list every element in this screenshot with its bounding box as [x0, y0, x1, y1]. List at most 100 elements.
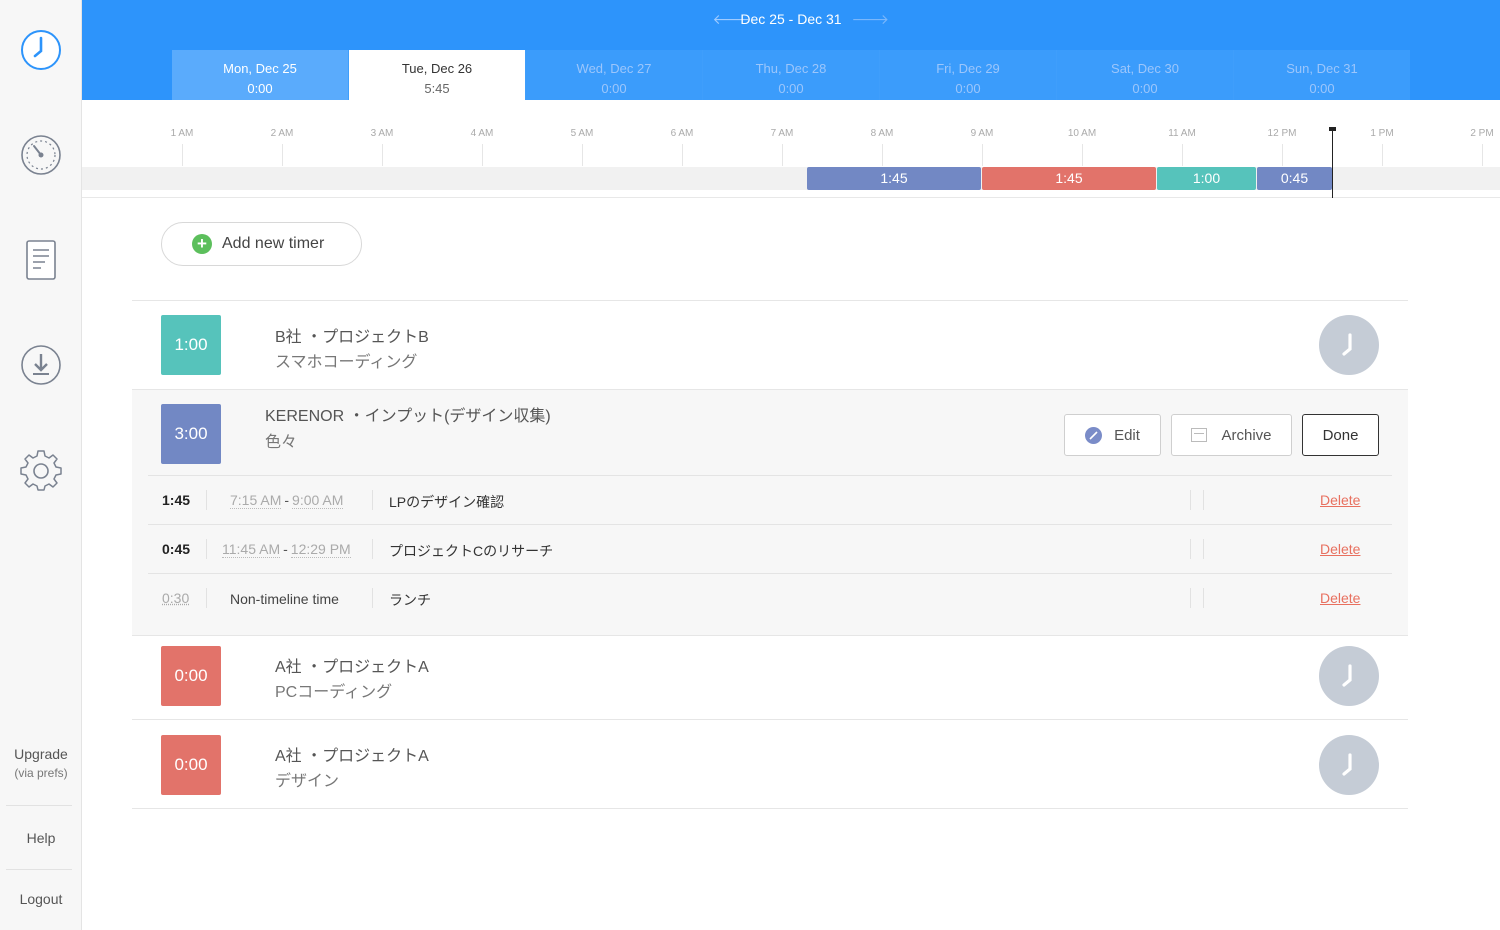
timer-row[interactable]: 1:00 B社 ・プロジェクトB スマホコーディング	[132, 300, 1408, 390]
tick-line	[1482, 144, 1483, 166]
entry-duration[interactable]: 0:30	[162, 590, 189, 606]
divider	[372, 539, 373, 559]
timeline-tick: 9 AM	[970, 128, 994, 139]
timeline-tick: 5 AM	[570, 128, 594, 139]
day-date: Sat, Dec 30	[1111, 61, 1179, 76]
timeline-tick: 12 PM	[1267, 128, 1297, 139]
help-link[interactable]: Help	[0, 830, 82, 846]
dashboard-icon[interactable]	[20, 134, 62, 176]
archive-button[interactable]: Archive	[1171, 414, 1292, 456]
tick-line	[182, 144, 183, 166]
arrow-left-icon[interactable]: 🡐	[713, 11, 751, 28]
entry-note[interactable]: LPのデザイン確認	[389, 492, 504, 512]
non-timeline-label: Non-timeline time	[230, 591, 339, 607]
divider	[206, 490, 207, 510]
divider	[206, 588, 207, 608]
day-date: Sun, Dec 31	[1286, 61, 1358, 76]
entry-end-time[interactable]: 9:00 AM	[292, 492, 344, 509]
divider	[1190, 490, 1191, 510]
start-timer-button[interactable]	[1319, 315, 1379, 375]
day-tab-sat[interactable]: Sat, Dec 30 0:00	[1057, 50, 1234, 100]
clock-icon[interactable]	[20, 29, 62, 71]
timeline-tick: 10 AM	[1067, 128, 1097, 139]
sidebar: Upgrade (via prefs) Help Logout	[0, 0, 82, 930]
day-tab-wed[interactable]: Wed, Dec 27 0:00	[526, 50, 703, 100]
entry-end-time[interactable]: 12:29 PM	[290, 541, 351, 558]
delete-entry-link[interactable]: Delete	[1320, 541, 1360, 557]
timer-subtitle: PCコーディング	[275, 684, 393, 701]
pencil-icon	[1085, 426, 1103, 444]
tick-line	[282, 144, 283, 166]
day-date: Thu, Dec 28	[755, 61, 827, 76]
divider	[1203, 539, 1204, 559]
day-total: 0:00	[1132, 81, 1158, 96]
upgrade-label: Upgrade	[14, 746, 68, 762]
timeline-tick: 4 AM	[470, 128, 494, 139]
timeline-segment[interactable]: 0:45	[1257, 167, 1332, 190]
archive-label: Archive	[1221, 426, 1272, 444]
week-navigation: 🡐 Dec 25 - Dec 31 🡒	[82, 11, 1500, 28]
logout-link[interactable]: Logout	[0, 891, 82, 907]
gear-icon[interactable]	[20, 449, 62, 491]
time-entry-row: 0:45 11:45 AM -12:29 PM プロジェクトCのリサーチ Dele…	[148, 524, 1392, 573]
delete-entry-link[interactable]: Delete	[1320, 590, 1360, 606]
timer-duration-badge[interactable]: 0:00	[161, 735, 221, 795]
tick-line	[1382, 144, 1383, 166]
entry-duration[interactable]: 0:45	[162, 541, 190, 557]
edit-button[interactable]: Edit	[1064, 414, 1161, 456]
add-new-timer-label: Add new timer	[222, 235, 325, 252]
timer-title: B社 ・プロジェクトB	[275, 329, 429, 346]
tick-line	[1282, 144, 1283, 166]
tick-line	[482, 144, 483, 166]
timer-row[interactable]: 0:00 A社 ・プロジェクトA デザイン	[132, 719, 1408, 809]
entry-note[interactable]: プロジェクトCのリサーチ	[389, 541, 553, 561]
plus-icon: +	[192, 234, 212, 254]
start-timer-button[interactable]	[1319, 646, 1379, 706]
timeline-segment[interactable]: 1:45	[807, 167, 981, 190]
start-timer-button[interactable]	[1319, 735, 1379, 795]
timer-row[interactable]: 0:00 A社 ・プロジェクトA PCコーディング	[132, 635, 1408, 720]
time-entry-row: 0:30 Non-timeline time ランチ Delete	[148, 573, 1392, 622]
day-tab-sun[interactable]: Sun, Dec 31 0:00	[1234, 50, 1410, 100]
entry-note[interactable]: ランチ	[389, 590, 431, 610]
day-total: 0:00	[601, 81, 627, 96]
timer-row-expanded[interactable]: 3:00 KERENOR ・インプット(デザイン収集) 色々 Edit Arch…	[132, 389, 1408, 636]
day-tabs: Mon, Dec 25 0:00 Tue, Dec 26 5:45 Wed, Dec…	[172, 50, 1410, 100]
day-tab-thu[interactable]: Thu, Dec 28 0:00	[703, 50, 880, 100]
current-time-line	[1332, 128, 1333, 198]
add-new-timer-button[interactable]: + Add new timer	[161, 222, 362, 266]
day-total: 0:00	[955, 81, 981, 96]
timeline-segment[interactable]: 1:00	[1157, 167, 1256, 190]
timeline-tick: 1 AM	[170, 128, 194, 139]
divider	[1203, 588, 1204, 608]
day-tab-mon[interactable]: Mon, Dec 25 0:00	[172, 50, 349, 100]
tick-line	[1182, 144, 1183, 166]
timer-duration-badge[interactable]: 3:00	[161, 404, 221, 464]
day-date: Fri, Dec 29	[936, 61, 1000, 76]
timer-title: A社 ・プロジェクトA	[275, 748, 429, 765]
divider	[372, 490, 373, 510]
download-icon[interactable]	[20, 344, 62, 386]
timer-subtitle: 色々	[265, 434, 298, 451]
timeline-segment[interactable]: 1:45	[982, 167, 1156, 190]
entry-start-time[interactable]: 11:45 AM	[222, 541, 281, 558]
entry-start-time[interactable]: 7:15 AM	[230, 492, 282, 509]
tick-line	[782, 144, 783, 166]
sidebar-divider	[6, 869, 72, 870]
timer-duration-badge[interactable]: 1:00	[161, 315, 221, 375]
entry-duration[interactable]: 1:45	[162, 492, 190, 508]
report-icon[interactable]	[20, 239, 62, 281]
timer-duration-badge[interactable]: 0:00	[161, 646, 221, 706]
week-header: 🡐 Dec 25 - Dec 31 🡒 Mon, Dec 25 0:00 Tue,…	[82, 0, 1500, 100]
day-date: Tue, Dec 26	[401, 61, 473, 76]
day-tab-fri[interactable]: Fri, Dec 29 0:00	[880, 50, 1057, 100]
timeline-tick: 6 AM	[670, 128, 694, 139]
arrow-right-icon[interactable]: 🡒	[851, 11, 889, 28]
delete-entry-link[interactable]: Delete	[1320, 492, 1360, 508]
done-button[interactable]: Done	[1302, 414, 1379, 456]
day-tab-tue[interactable]: Tue, Dec 26 5:45	[349, 50, 526, 100]
timer-subtitle: デザイン	[275, 773, 340, 790]
day-date: Wed, Dec 27	[576, 61, 652, 76]
upgrade-link[interactable]: Upgrade (via prefs)	[0, 746, 82, 780]
entry-time-range: 11:45 AM -12:29 PM	[222, 541, 351, 558]
